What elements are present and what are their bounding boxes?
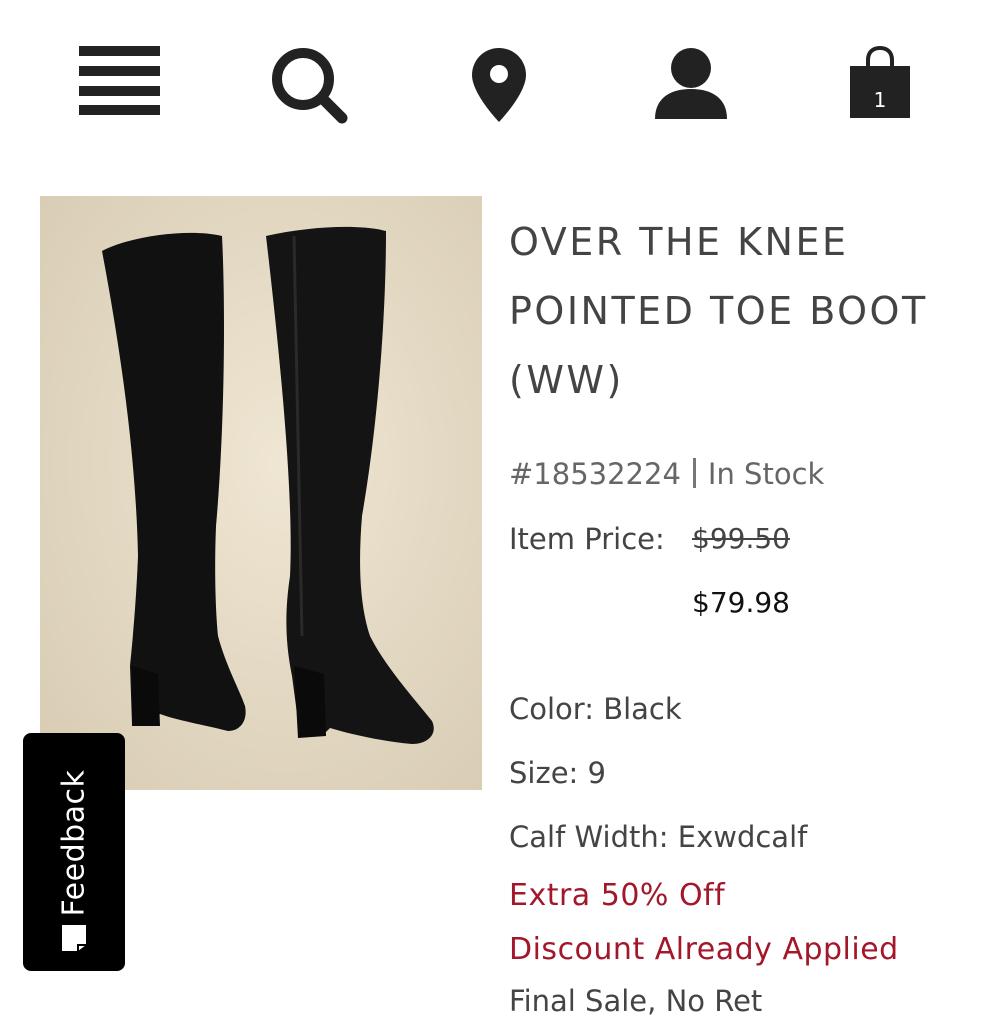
sku-number: #18532224 [509,457,681,491]
size-attribute: Size: 9 [509,756,606,790]
cart-count-badge: 1 [873,88,887,112]
feedback-label: Feedback [56,769,92,917]
feedback-button[interactable]: Feedback [23,733,125,971]
size-label: Size: [509,756,579,790]
product-image[interactable] [40,196,482,790]
item-price-label: Item Price: [509,522,665,556]
product-title: OVER THE KNEE POINTED TOE BOOT (WW) [509,220,928,402]
sku-stock-row: #18532224 In Stock [509,457,824,491]
feedback-icon [60,923,88,957]
menu-icon[interactable] [79,46,160,116]
color-value: Black [603,692,682,726]
promo-discount-text: Extra 50% Off [509,878,726,913]
color-label: Color: [509,692,594,726]
search-icon[interactable] [270,46,350,124]
account-icon[interactable] [655,47,727,119]
shopping-bag-icon[interactable]: 1 [848,46,912,120]
calf-width-attribute: Calf Width: Exwdcalf [509,820,807,854]
final-sale-text: Final Sale, No Ret [509,984,763,1018]
calf-width-label: Calf Width: [509,820,669,854]
calf-width-value: Exwdcalf [677,820,808,854]
promo-applied-text: Discount Already Applied [509,932,899,967]
separator [692,458,696,488]
size-value: 9 [587,756,606,790]
stock-status: In Stock [707,457,825,491]
sale-price: $79.98 [692,586,790,619]
location-pin-icon[interactable] [472,48,526,122]
color-attribute: Color: Black [509,692,682,726]
original-price: $99.50 [692,522,790,555]
